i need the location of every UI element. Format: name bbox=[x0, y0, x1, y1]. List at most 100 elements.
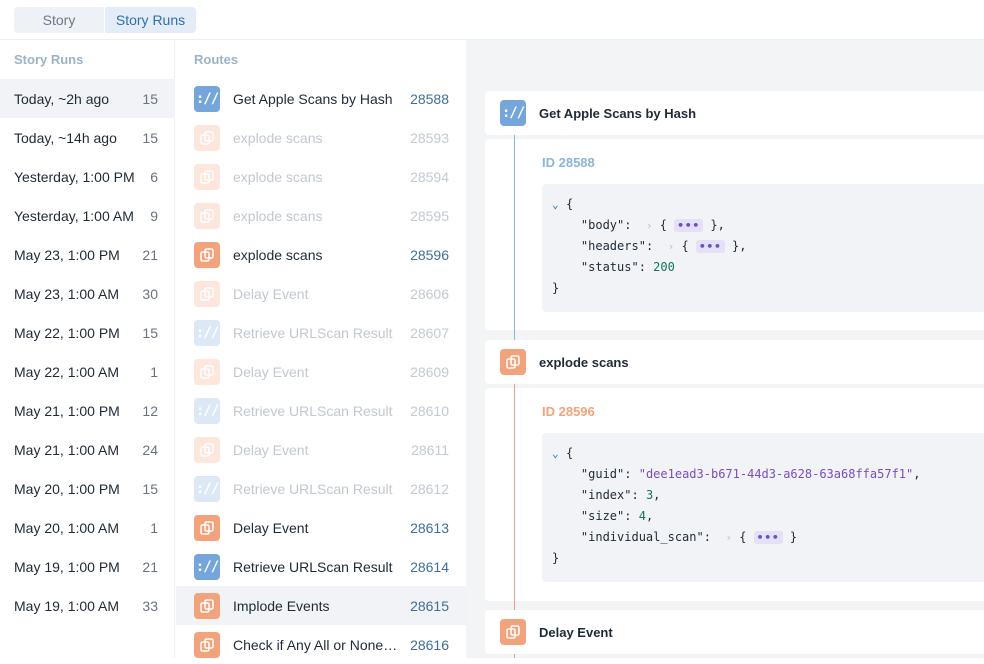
route-id: 28609 bbox=[410, 363, 449, 380]
story-run-item[interactable]: May 20, 1:00 PM 15 bbox=[0, 469, 175, 508]
event-id-label: ID 28588 bbox=[542, 155, 595, 170]
route-item[interactable]: :// Retrieve URLScan Result 28614 bbox=[176, 547, 466, 586]
story-run-count: 15 bbox=[142, 129, 158, 146]
http-icon: :// bbox=[194, 475, 220, 502]
event-title: Delay Event bbox=[539, 624, 613, 640]
event-header-get-apple-scans[interactable]: :// Get Apple Scans by Hash bbox=[485, 91, 984, 135]
tab-story[interactable]: Story bbox=[14, 7, 104, 33]
story-run-count: 1 bbox=[150, 363, 158, 380]
story-run-item[interactable]: Today, ~2h ago 15 bbox=[0, 79, 175, 118]
json-viewer: ⌄{ "body": › { ••• }, "headers": › { •••… bbox=[542, 184, 984, 312]
story-run-label: Yesterday, 1:00 PM bbox=[14, 168, 135, 185]
route-item[interactable]: Check if Any All or None M... 28616 bbox=[176, 625, 466, 664]
routes-title: Routes bbox=[194, 52, 239, 67]
story-run-item[interactable]: May 22, 1:00 PM 15 bbox=[0, 313, 175, 352]
route-id: 28613 bbox=[410, 519, 449, 536]
story-run-count: 15 bbox=[142, 480, 158, 497]
route-id: 28595 bbox=[410, 207, 449, 224]
route-item[interactable]: Delay Event 28609 bbox=[176, 352, 466, 391]
story-run-count: 15 bbox=[142, 90, 158, 107]
explode-icon bbox=[194, 436, 220, 463]
tab-story-runs[interactable]: Story Runs bbox=[105, 7, 196, 33]
route-id: 28588 bbox=[410, 90, 449, 107]
story-run-item[interactable]: Yesterday, 1:00 PM 6 bbox=[0, 157, 175, 196]
explode-icon bbox=[194, 202, 220, 229]
route-id: 28607 bbox=[410, 324, 449, 341]
explode-icon bbox=[194, 592, 220, 619]
route-item[interactable]: explode scans 28594 bbox=[176, 157, 466, 196]
story-run-count: 1 bbox=[150, 519, 158, 536]
route-name: Get Apple Scans by Hash bbox=[233, 90, 393, 107]
route-id: 28612 bbox=[410, 480, 449, 497]
story-run-count: 12 bbox=[142, 402, 158, 419]
route-name: Delay Event bbox=[233, 441, 309, 458]
story-run-count: 21 bbox=[142, 246, 158, 263]
event-body-get-apple-scans: ID 28588 ⌄{ "body": › { ••• }, "headers"… bbox=[485, 139, 984, 330]
explode-icon bbox=[194, 280, 220, 307]
story-run-label: May 22, 1:00 AM bbox=[14, 363, 120, 380]
route-name: Delay Event bbox=[233, 519, 309, 536]
route-id: 28615 bbox=[410, 597, 449, 614]
event-detail-panel: :// Get Apple Scans by Hash ID 28588 ⌄{ … bbox=[466, 40, 984, 658]
http-icon: :// bbox=[194, 319, 220, 346]
story-run-item[interactable]: May 22, 1:00 AM 1 bbox=[0, 352, 175, 391]
json-viewer: ⌄{ "guid": "dee1ead3-b671-44d3-a628-63a6… bbox=[542, 433, 984, 582]
route-id: 28616 bbox=[410, 636, 449, 653]
event-header-delay-event[interactable]: Delay Event bbox=[485, 610, 984, 654]
collapse-chevron-icon[interactable]: ⌄ bbox=[552, 197, 566, 213]
expand-individual-scan-button[interactable]: ••• bbox=[753, 531, 783, 544]
route-name: Check if Any All or None M... bbox=[233, 636, 401, 653]
story-run-item[interactable]: Today, ~14h ago 15 bbox=[0, 118, 175, 157]
story-run-item[interactable]: Yesterday, 1:00 AM 9 bbox=[0, 196, 175, 235]
story-run-count: 30 bbox=[142, 285, 158, 302]
route-item[interactable]: Delay Event 28613 bbox=[176, 508, 466, 547]
story-run-item[interactable]: May 19, 1:00 AM 33 bbox=[0, 586, 175, 625]
route-item[interactable]: :// Retrieve URLScan Result 28612 bbox=[176, 469, 466, 508]
expand-arrow-icon[interactable]: › bbox=[725, 531, 732, 544]
story-run-item[interactable]: May 20, 1:00 AM 1 bbox=[0, 508, 175, 547]
explode-icon bbox=[194, 163, 220, 190]
route-item[interactable]: Delay Event 28606 bbox=[176, 274, 466, 313]
route-id: 28606 bbox=[410, 285, 449, 302]
story-run-count: 33 bbox=[142, 597, 158, 614]
timeline-line bbox=[514, 139, 515, 330]
route-name: explode scans bbox=[233, 168, 323, 185]
story-run-item[interactable]: May 19, 1:00 PM 21 bbox=[0, 547, 175, 586]
route-id: 28610 bbox=[410, 402, 449, 419]
route-item[interactable]: explode scans 28596 bbox=[176, 235, 466, 274]
story-run-label: May 19, 1:00 AM bbox=[14, 597, 120, 614]
story-run-label: May 20, 1:00 AM bbox=[14, 519, 120, 536]
route-item[interactable]: Delay Event 28611 bbox=[176, 430, 466, 469]
expand-arrow-icon[interactable]: › bbox=[646, 219, 653, 232]
route-item[interactable]: :// Retrieve URLScan Result 28610 bbox=[176, 391, 466, 430]
event-header-explode-scans[interactable]: explode scans bbox=[485, 340, 984, 384]
route-name: Retrieve URLScan Result bbox=[233, 402, 393, 419]
story-run-label: May 22, 1:00 PM bbox=[14, 324, 120, 341]
route-item[interactable]: Implode Events 28615 bbox=[176, 586, 466, 625]
route-item[interactable]: explode scans 28595 bbox=[176, 196, 466, 235]
expand-body-button[interactable]: ••• bbox=[674, 219, 704, 232]
expand-headers-button[interactable]: ••• bbox=[695, 240, 725, 253]
route-item[interactable]: explode scans 28593 bbox=[176, 118, 466, 157]
expand-arrow-icon[interactable]: › bbox=[668, 240, 675, 253]
explode-icon bbox=[500, 619, 526, 645]
route-item[interactable]: :// Get Apple Scans by Hash 28588 bbox=[176, 79, 466, 118]
story-run-count: 6 bbox=[150, 168, 158, 185]
story-run-label: May 21, 1:00 PM bbox=[14, 402, 120, 419]
explode-icon bbox=[500, 349, 526, 375]
route-item[interactable]: :// Retrieve URLScan Result 28607 bbox=[176, 313, 466, 352]
explode-icon bbox=[194, 358, 220, 385]
route-name: Retrieve URLScan Result bbox=[233, 558, 393, 575]
story-run-item[interactable]: May 23, 1:00 PM 21 bbox=[0, 235, 175, 274]
collapse-chevron-icon[interactable]: ⌄ bbox=[552, 446, 566, 462]
story-run-item[interactable]: May 21, 1:00 PM 12 bbox=[0, 391, 175, 430]
route-name: explode scans bbox=[233, 129, 323, 146]
routes-panel: Routes :// Get Apple Scans by Hash 28588 ex… bbox=[176, 40, 466, 658]
story-run-label: Today, ~2h ago bbox=[14, 90, 110, 107]
story-run-count: 9 bbox=[150, 207, 158, 224]
explode-icon bbox=[194, 124, 220, 151]
story-run-count: 15 bbox=[142, 324, 158, 341]
story-run-item[interactable]: May 23, 1:00 AM 30 bbox=[0, 274, 175, 313]
story-run-item[interactable]: May 21, 1:00 AM 24 bbox=[0, 430, 175, 469]
route-name: explode scans bbox=[233, 246, 323, 263]
